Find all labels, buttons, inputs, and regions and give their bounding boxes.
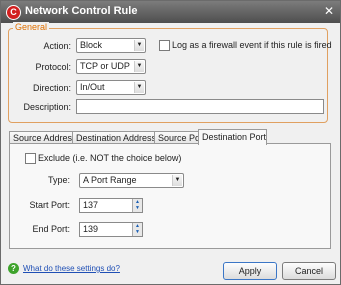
protocol-value: TCP or UDP: [80, 61, 130, 71]
protocol-label: Protocol:: [35, 62, 71, 72]
spinner-arrows-icon[interactable]: ▲ ▼: [132, 199, 142, 212]
destination-port-panel: Exclude (i.e. NOT the choice below) Type…: [9, 143, 331, 249]
log-event-label: Log as a firewall event if this rule is …: [172, 40, 332, 50]
help-link[interactable]: What do these settings do?: [23, 264, 120, 273]
chevron-down-icon: ▼: [134, 61, 144, 72]
type-label: Type:: [47, 175, 70, 185]
comodo-logo-icon: C: [6, 5, 21, 20]
protocol-select[interactable]: TCP or UDP ▼: [76, 59, 146, 74]
close-icon[interactable]: ✕: [324, 4, 334, 18]
start-port-label: Start Port:: [29, 200, 70, 210]
action-label: Action:: [43, 41, 71, 51]
general-legend: General: [13, 22, 50, 32]
port-type-select[interactable]: A Port Range ▼: [79, 173, 184, 188]
end-port-value: 139: [83, 224, 99, 234]
chevron-down-icon: ▼: [134, 82, 144, 93]
end-port-spinner[interactable]: 139 ▲ ▼: [79, 222, 143, 237]
spinner-arrows-icon[interactable]: ▲ ▼: [132, 223, 142, 236]
direction-label: Direction:: [32, 83, 71, 93]
window-title: Network Control Rule: [25, 5, 138, 17]
network-control-rule-dialog: C Network Control Rule ✕ General Action:…: [0, 0, 341, 285]
port-type-value: A Port Range: [83, 175, 137, 185]
title-bar: C Network Control Rule ✕: [1, 1, 340, 23]
log-event-checkbox[interactable]: [159, 40, 170, 51]
exclude-label: Exclude (i.e. NOT the choice below): [38, 153, 182, 163]
chevron-down-icon: ▼: [172, 175, 182, 186]
start-port-spinner[interactable]: 137 ▲ ▼: [79, 198, 143, 213]
tab-destination-port[interactable]: Destination Port: [198, 129, 267, 145]
apply-button[interactable]: Apply: [223, 262, 277, 280]
exclude-checkbox[interactable]: [25, 153, 36, 164]
start-port-value: 137: [83, 200, 99, 210]
chevron-down-icon: ▼: [134, 40, 144, 51]
direction-value: In/Out: [80, 82, 105, 92]
direction-select[interactable]: In/Out ▼: [76, 80, 146, 95]
description-input[interactable]: [76, 99, 324, 114]
end-port-label: End Port:: [32, 224, 70, 234]
action-select[interactable]: Block ▼: [76, 38, 146, 53]
cancel-button[interactable]: Cancel: [282, 262, 336, 280]
action-value: Block: [80, 40, 103, 50]
help-icon[interactable]: ?: [8, 263, 19, 274]
description-label: Description:: [23, 102, 71, 112]
